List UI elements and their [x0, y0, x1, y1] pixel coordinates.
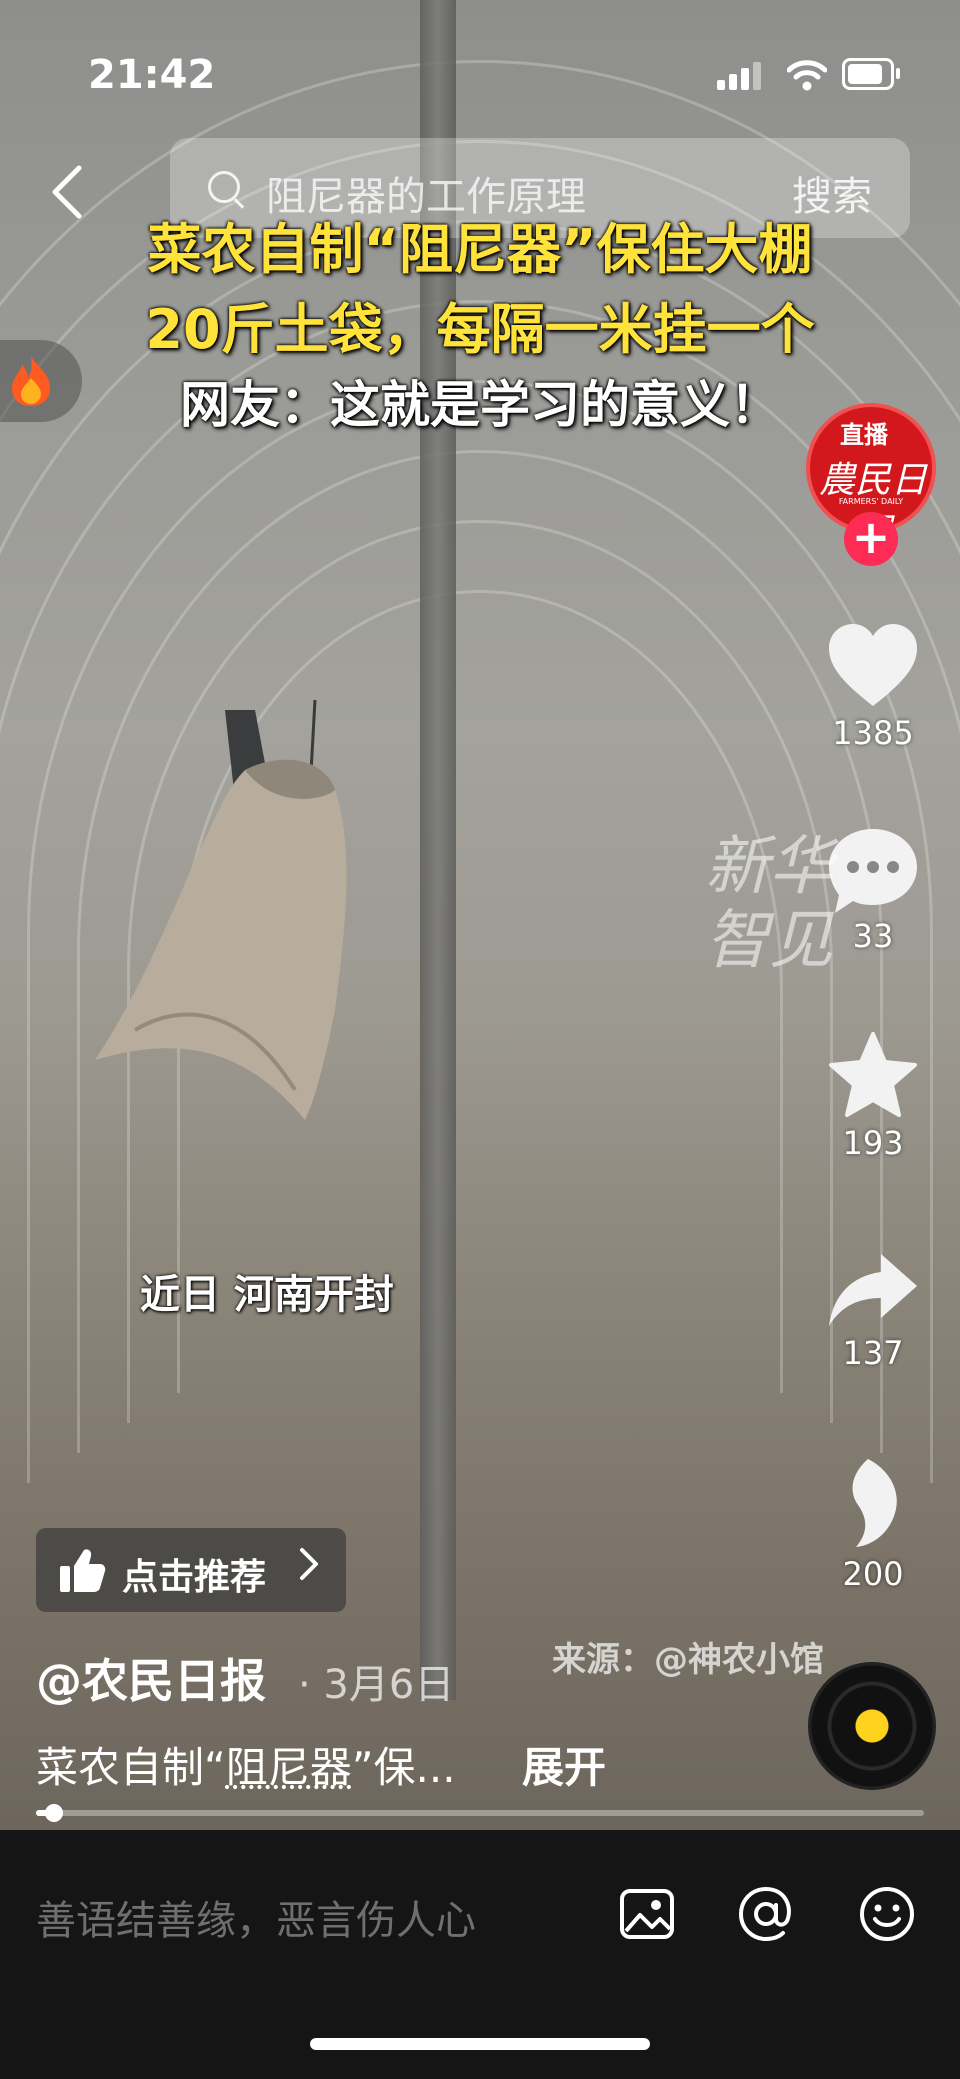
desc-suffix: ”保...	[351, 1743, 456, 1792]
swipe-icon	[852, 1459, 897, 1547]
status-bar: 21:42	[0, 0, 960, 150]
at-icon[interactable]	[737, 1885, 795, 1943]
wifi-icon	[787, 60, 827, 91]
avatar-logo-subtext: FARMERS' DAILY	[838, 497, 904, 506]
emoji-icon[interactable]	[858, 1885, 916, 1943]
search-icon	[208, 171, 240, 203]
thumb-up-icon	[60, 1549, 106, 1592]
star-icon	[829, 1032, 917, 1117]
recommend-label: 点击推荐	[122, 1557, 267, 1598]
expand-button[interactable]: 展开	[522, 1734, 606, 1795]
extra-action-button[interactable]: 200	[815, 1455, 931, 1593]
heart-icon	[829, 624, 917, 706]
hanging-sandbag	[95, 700, 347, 1120]
share-count: 137	[842, 1334, 904, 1372]
post-date: · 3月6日	[298, 1662, 455, 1708]
caption-line-1: 菜农自制“阻尼器”保住大棚	[147, 218, 813, 281]
share-button[interactable]: 137	[815, 1250, 931, 1372]
battery-icon	[842, 58, 900, 90]
follow-button[interactable]: +	[844, 512, 898, 566]
chevron-right-icon	[298, 1544, 320, 1594]
progress-bar[interactable]	[36, 1804, 924, 1822]
like-button[interactable]: 1385	[815, 620, 931, 752]
status-time: 21:42	[88, 52, 216, 98]
comment-input[interactable]: 善语结善缘，恶言伤人心	[36, 1888, 476, 1946]
caption-line-3: 网友：这就是学习的意义！	[180, 376, 780, 434]
fire-icon	[12, 356, 50, 406]
image-icon[interactable]	[618, 1885, 676, 1943]
like-count: 1385	[832, 714, 914, 752]
home-indicator[interactable]	[310, 2038, 650, 2050]
share-icon	[829, 1254, 917, 1326]
caption-line-2: 20斤土袋，每隔一米挂一个	[145, 298, 815, 361]
extra-count: 200	[842, 1555, 904, 1593]
favorite-count: 193	[842, 1124, 904, 1162]
cellular-signal-icon	[717, 62, 765, 90]
desc-prefix: 菜农自制“	[36, 1743, 226, 1792]
desc-keyword-link[interactable]: 阻尼器	[226, 1743, 352, 1792]
watermark-text: 新华智见	[705, 830, 833, 978]
recommend-button[interactable]: 点击推荐	[36, 1528, 346, 1612]
live-badge: 直播	[840, 421, 888, 449]
author-name[interactable]: @农民日报	[36, 1645, 266, 1711]
post-description[interactable]: 菜农自制“阻尼器”保...	[36, 1734, 456, 1795]
source-credit: 来源：@神农小馆	[552, 1640, 824, 1680]
favorite-button[interactable]: 193	[815, 1030, 931, 1162]
music-disc[interactable]	[808, 1662, 936, 1790]
hot-badge[interactable]	[0, 340, 82, 422]
location-caption: 近日 河南开封	[140, 1272, 394, 1318]
